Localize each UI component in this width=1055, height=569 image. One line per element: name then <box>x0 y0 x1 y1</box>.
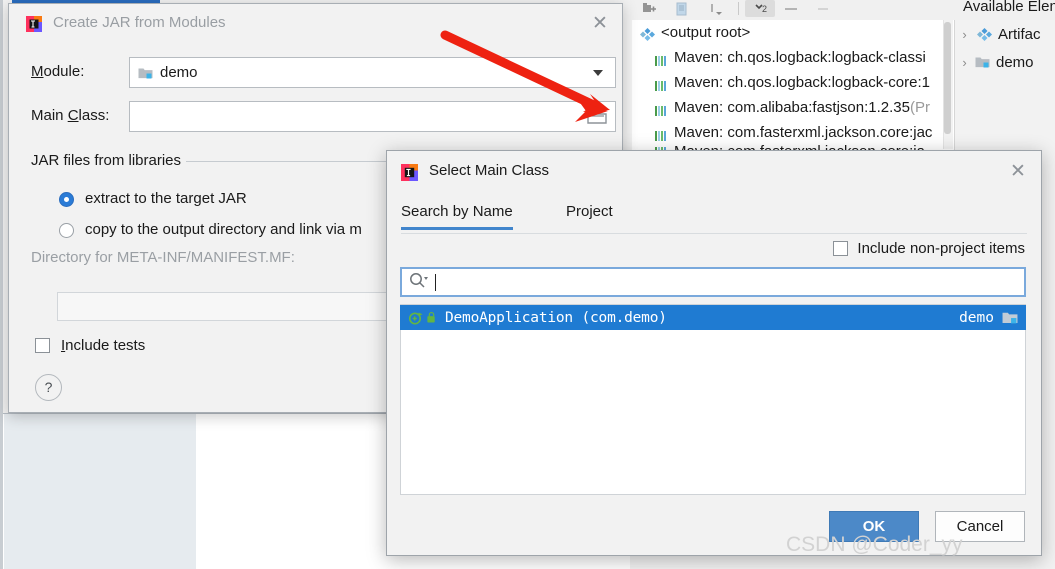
list-item-module: demo <box>959 309 994 326</box>
include-non-project-checkbox[interactable] <box>833 241 849 256</box>
tree-label: <output root> <box>661 24 751 41</box>
jar-icon <box>654 101 668 116</box>
radio-extract-to-jar[interactable]: extract to the target JAR <box>59 190 247 207</box>
tree-row[interactable]: <output root> <box>632 20 954 45</box>
tree-label: Maven: ch.qos.logback:logback-classi <box>674 49 926 66</box>
include-non-project-label: Include non-project items <box>857 240 1025 257</box>
tree-label: demo <box>996 53 1034 71</box>
list-item-label: DemoApplication (com.demo) <box>445 309 667 326</box>
search-icon[interactable] <box>408 271 430 294</box>
radio-copy-label: copy to the output directory and link vi… <box>85 221 362 238</box>
include-tests-row[interactable]: Include tests <box>35 337 145 354</box>
watermark: CSDN @Coder_yy <box>786 533 963 556</box>
tree-scrollbar-thumb[interactable] <box>944 22 951 134</box>
svg-text:2: 2 <box>762 4 767 14</box>
tree-label: Maven: com.fasterxml.jackson.core:jac <box>674 124 933 141</box>
result-list[interactable] <box>400 330 1026 495</box>
include-tests-label: Include tests <box>61 337 146 354</box>
sort-icon[interactable] <box>708 1 724 16</box>
module-icon <box>975 55 990 69</box>
radio-button-selected-icon[interactable] <box>59 192 74 207</box>
module-icon <box>138 66 153 80</box>
tab-project[interactable]: Project <box>566 203 613 227</box>
dialog-title: Create JAR from Modules <box>53 14 226 31</box>
text-caret <box>435 273 436 291</box>
artifact-icon <box>640 25 655 41</box>
available-elements-header: Available Elen <box>963 0 1055 15</box>
run-class-icon <box>408 310 424 326</box>
jar-icon <box>654 51 668 66</box>
search-input[interactable] <box>400 267 1026 297</box>
radio-copy-to-output[interactable]: copy to the output directory and link vi… <box>59 221 362 238</box>
help-button[interactable]: ? <box>35 374 62 401</box>
tree-row[interactable]: Maven: com.alibaba:fastjson:1.2.35 (Pr <box>632 95 954 120</box>
chevron-right-icon[interactable]: › <box>958 55 971 70</box>
jar-icon <box>654 76 668 91</box>
include-tests-checkbox[interactable] <box>35 338 50 353</box>
available-elements-tree[interactable]: › Artifac › demo <box>958 20 1055 76</box>
chevron-right-icon[interactable]: › <box>958 27 971 42</box>
tree-label: Maven: com.alibaba:fastjson:1.2.35 <box>674 99 910 116</box>
dialog-tabs: Search by Name Project <box>401 203 1027 233</box>
tree-label-suffix: (Pr <box>909 99 930 116</box>
ide-lower-left-panel <box>4 414 196 569</box>
include-non-project-row[interactable]: Include non-project items <box>833 240 1025 257</box>
tree-label: Artifac <box>998 25 1041 43</box>
toolbar-separator <box>738 2 739 15</box>
annotation-arrow <box>440 30 610 122</box>
tree-row[interactable]: Maven: ch.qos.logback:logback-classi <box>632 45 954 70</box>
close-icon[interactable]: ✕ <box>1008 162 1028 182</box>
minimize-icon[interactable] <box>782 1 800 16</box>
select-main-class-dialog: Select Main Class ✕ Search by Name Proje… <box>386 150 1042 556</box>
screenshot-root: 2 <output root> Maven: ch.qos.logback:lo <box>0 0 1055 569</box>
tree-row[interactable]: Maven: ch.qos.logback:logback-core:1 <box>632 70 954 95</box>
more-icon[interactable] <box>814 1 832 16</box>
radio-button-icon[interactable] <box>59 223 74 238</box>
module-label: Module: <box>31 63 85 80</box>
lock-icon <box>426 311 437 324</box>
add-module-icon[interactable] <box>642 1 658 16</box>
list-item[interactable]: DemoApplication (com.demo) demo <box>400 305 1026 330</box>
tabs-divider <box>401 233 1027 234</box>
module-icon <box>1002 310 1018 330</box>
tree-row[interactable]: Maven: com.fasterxml.jackson.core:jac <box>632 120 954 145</box>
collapse-all-button[interactable]: 2 <box>745 0 775 17</box>
main-class-label: Main Class: <box>31 107 110 124</box>
jar-icon <box>654 126 668 141</box>
tree-row[interactable]: › demo <box>958 48 1055 76</box>
tree-label: Maven: ch.qos.logback:logback-core:1 <box>674 74 930 91</box>
manifest-directory-label: Directory for META-INF/MANIFEST.MF: <box>31 249 295 266</box>
radio-extract-label: extract to the target JAR <box>85 190 247 207</box>
intellij-logo-icon <box>25 15 43 33</box>
tree-row[interactable]: › Artifac <box>958 20 1055 48</box>
intellij-logo-icon <box>400 163 419 182</box>
tab-search-by-name[interactable]: Search by Name <box>401 203 513 230</box>
dialog-title: Select Main Class <box>429 162 550 179</box>
module-value: demo <box>160 64 198 81</box>
jar-libraries-group-title: JAR files from libraries <box>31 152 182 169</box>
copy-icon[interactable] <box>674 1 690 16</box>
artifact-icon <box>977 27 992 42</box>
ide-window-frame <box>0 0 3 569</box>
